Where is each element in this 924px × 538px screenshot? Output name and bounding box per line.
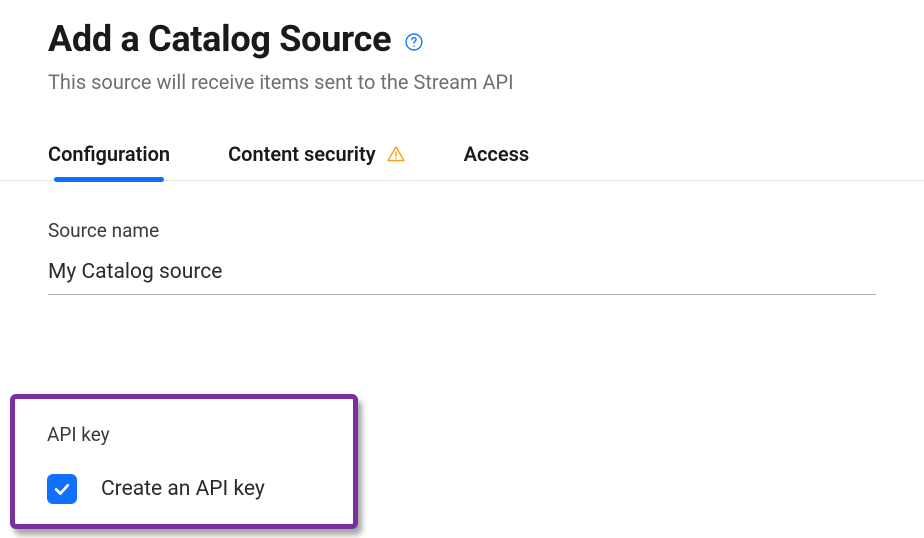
create-api-key-label[interactable]: Create an API key [101,477,265,501]
api-key-label: API key [47,423,335,446]
api-key-checkbox-row: Create an API key [47,474,335,504]
tab-configuration[interactable]: Configuration [48,142,170,180]
tab-content-security[interactable]: Content security [228,142,406,180]
tab-access[interactable]: Access [464,142,530,180]
tab-label: Access [464,142,530,166]
tab-label: Content security [228,142,376,166]
help-icon[interactable] [403,31,425,53]
source-name-section: Source name [48,219,876,295]
tab-bar: Configuration Content security Access [0,142,924,181]
tab-label: Configuration [48,142,170,166]
page-title: Add a Catalog Source [48,18,391,60]
create-api-key-checkbox[interactable] [47,474,77,504]
page-header: Add a Catalog Source [48,18,876,60]
page-subtitle: This source will receive items sent to t… [48,70,876,94]
api-key-highlight-box: API key Create an API key [10,394,358,529]
source-name-input[interactable] [48,250,876,295]
source-name-label: Source name [48,219,876,242]
warning-icon [386,144,406,164]
